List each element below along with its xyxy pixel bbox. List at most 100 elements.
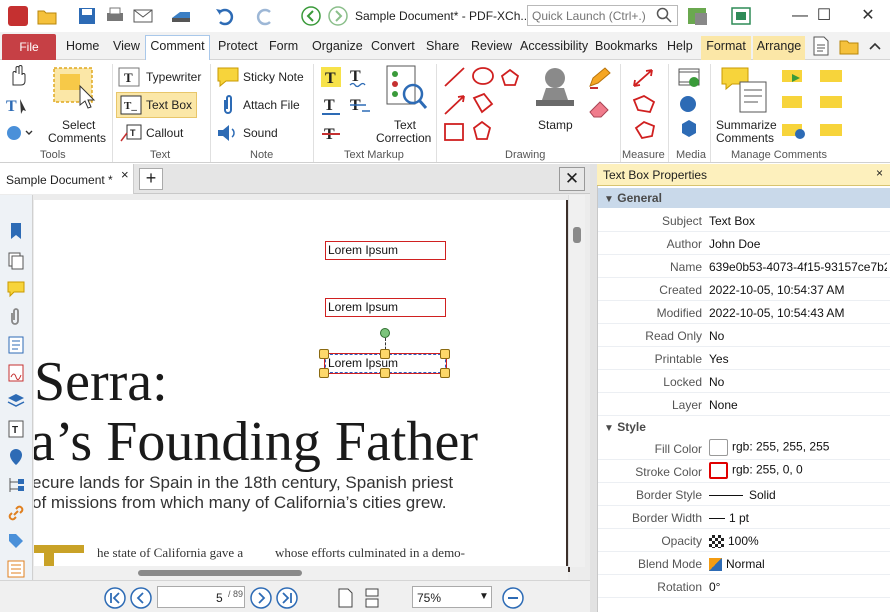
sticky-note-icon[interactable] xyxy=(216,66,240,88)
tag-icon[interactable] xyxy=(6,531,26,551)
property-value[interactable]: rgb: 255, 255, 255 xyxy=(709,439,829,456)
save-icon[interactable] xyxy=(76,6,98,26)
open-folder-icon[interactable] xyxy=(36,6,58,26)
vertical-scroll-thumb[interactable] xyxy=(573,227,581,243)
typewriter-button[interactable]: Typewriter xyxy=(146,70,201,84)
stamp-button[interactable]: Stamp xyxy=(538,118,573,132)
summarize-comments-icon[interactable] xyxy=(718,64,774,114)
attach-file-button[interactable]: Attach File xyxy=(243,98,300,112)
property-value[interactable]: Text Box xyxy=(709,214,755,228)
text-correction-icon[interactable] xyxy=(385,64,429,114)
property-row[interactable]: Rotation 0° xyxy=(598,575,890,598)
replace-text-icon[interactable]: T xyxy=(348,95,372,117)
property-value[interactable]: rgb: 255, 0, 0 xyxy=(709,462,803,479)
comments-icon[interactable] xyxy=(6,279,26,299)
order-icon[interactable] xyxy=(6,559,26,579)
squiggly-underline-icon[interactable]: T xyxy=(348,66,372,88)
settings-icon[interactable] xyxy=(686,6,708,26)
property-value[interactable]: 639e0b53-4073-4f15-93157ce7b2... xyxy=(709,260,887,274)
document-icon[interactable] xyxy=(810,35,832,57)
property-row[interactable]: Border Width 1 pt xyxy=(598,506,890,529)
tab-format[interactable]: Format xyxy=(701,36,751,60)
tab-home[interactable]: Home xyxy=(63,36,102,60)
scan-icon[interactable] xyxy=(170,6,192,26)
resize-handle[interactable] xyxy=(380,368,390,378)
tab-convert[interactable]: Convert xyxy=(368,36,418,60)
signatures-icon[interactable] xyxy=(6,363,26,383)
close-tab-icon[interactable]: × xyxy=(121,167,129,182)
redo-icon[interactable] xyxy=(254,6,276,26)
tab-comment[interactable]: Comment xyxy=(145,35,210,60)
forward-icon[interactable] xyxy=(327,6,349,26)
typewriter-icon[interactable]: T xyxy=(118,67,140,87)
new-tab-button[interactable]: + xyxy=(139,168,163,190)
text-correction-label-2[interactable]: Correction xyxy=(376,131,431,145)
pencil-icon[interactable] xyxy=(586,66,614,90)
document-tab[interactable]: Sample Document * × xyxy=(0,164,134,194)
tab-form[interactable]: Form xyxy=(266,36,301,60)
property-row[interactable]: Blend Mode Normal xyxy=(598,552,890,575)
resize-handle[interactable] xyxy=(440,368,450,378)
page-number-field[interactable]: 5 / 89 xyxy=(157,586,245,608)
select-comments-label-2[interactable]: Comments xyxy=(48,131,106,145)
strikeout-icon[interactable]: T xyxy=(320,123,342,145)
links-icon[interactable] xyxy=(6,503,26,523)
stamp-icon[interactable] xyxy=(530,64,580,114)
email-icon[interactable] xyxy=(132,6,154,26)
back-icon[interactable] xyxy=(300,6,322,26)
horizontal-scrollbar[interactable] xyxy=(34,566,568,580)
text-box-annotation[interactable]: Lorem Ipsum xyxy=(325,298,446,317)
vertical-scrollbar[interactable] xyxy=(568,195,585,567)
hand-tool-icon[interactable] xyxy=(6,64,30,88)
tab-organize[interactable]: Organize xyxy=(309,36,366,60)
folder-icon[interactable] xyxy=(838,35,860,57)
section-general[interactable]: ▼ General xyxy=(598,188,890,208)
search-icon[interactable] xyxy=(656,7,672,23)
tab-accessibility[interactable]: Accessibility xyxy=(517,36,591,60)
property-row[interactable]: Modified 2022-10-05, 10:54:43 AM xyxy=(598,301,890,324)
rotation-handle[interactable] xyxy=(380,328,390,338)
property-value[interactable]: 1 pt xyxy=(709,511,749,525)
callout-button[interactable]: Callout xyxy=(146,126,183,140)
property-row[interactable]: Subject Text Box xyxy=(598,209,890,232)
eraser-icon[interactable] xyxy=(586,96,614,120)
sound-button[interactable]: Sound xyxy=(243,126,278,140)
print-icon[interactable] xyxy=(104,6,126,26)
property-row[interactable]: Author John Doe xyxy=(598,232,890,255)
property-row[interactable]: Printable Yes xyxy=(598,347,890,370)
property-row[interactable]: Read Only No xyxy=(598,324,890,347)
collapse-ribbon-icon[interactable] xyxy=(868,40,882,52)
property-value[interactable]: John Doe xyxy=(709,237,760,251)
property-row[interactable]: Locked No xyxy=(598,370,890,393)
property-value[interactable]: 0° xyxy=(709,580,720,594)
horizontal-scroll-thumb[interactable] xyxy=(138,570,302,576)
tab-protect[interactable]: Protect xyxy=(215,36,261,60)
select-comments-label[interactable]: Select xyxy=(62,118,95,132)
resize-handle[interactable] xyxy=(319,349,329,359)
zoom-out-icon[interactable] xyxy=(502,587,524,609)
section-style[interactable]: ▼ Style xyxy=(598,417,890,437)
property-value[interactable]: No xyxy=(709,375,724,389)
last-page-icon[interactable] xyxy=(276,587,298,609)
property-value[interactable]: 2022-10-05, 10:54:43 AM xyxy=(709,306,844,320)
stroke-color-swatch[interactable] xyxy=(709,462,728,479)
next-page-icon[interactable] xyxy=(250,587,272,609)
measure-icon[interactable] xyxy=(630,66,658,146)
property-value[interactable]: None xyxy=(709,398,738,412)
property-value[interactable]: Normal xyxy=(709,557,765,572)
property-row[interactable]: Name 639e0b53-4073-4f15-93157ce7b2... xyxy=(598,255,890,278)
highlight-icon[interactable]: T xyxy=(320,66,342,88)
attachments-icon[interactable] xyxy=(6,307,26,327)
previous-page-icon[interactable] xyxy=(130,587,152,609)
resize-handle[interactable] xyxy=(380,349,390,359)
tab-view[interactable]: View xyxy=(110,36,143,60)
drawing-shapes-icon[interactable] xyxy=(442,66,528,146)
tab-file[interactable]: File xyxy=(2,34,56,60)
property-row[interactable]: Stroke Color rgb: 255, 0, 0 xyxy=(598,460,890,483)
property-row[interactable]: Layer None xyxy=(598,393,890,416)
first-page-icon[interactable] xyxy=(104,587,126,609)
close-window-button[interactable]: ✕ xyxy=(846,0,890,32)
property-row[interactable]: Border Style Solid xyxy=(598,483,890,506)
media-icon[interactable] xyxy=(676,66,704,146)
fullscreen-icon[interactable] xyxy=(730,6,752,26)
